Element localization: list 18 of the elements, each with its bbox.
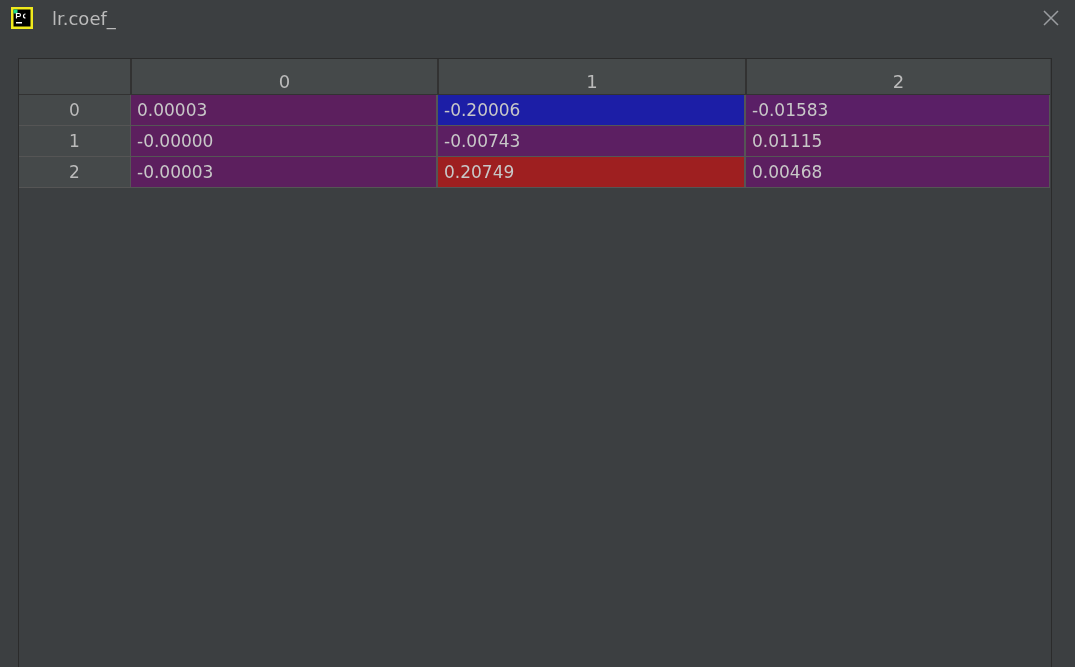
table-cell: 0.00003 <box>130 95 437 126</box>
row-index: 2 <box>19 157 130 188</box>
table-cell: -0.00000 <box>130 126 437 157</box>
table-cell: 0.20749 <box>437 157 745 188</box>
window-title: lr.coef_ <box>52 7 117 29</box>
table-cell: 0.01115 <box>745 126 1050 157</box>
column-header[interactable]: 0 <box>130 59 437 95</box>
table-cell: 0.00468 <box>745 157 1050 188</box>
table-cell: -0.00003 <box>130 157 437 188</box>
row-index: 0 <box>19 95 130 126</box>
close-icon[interactable] <box>1043 10 1059 26</box>
app-logo-icon <box>11 7 33 29</box>
row-index: 1 <box>19 126 130 157</box>
table-cell: -0.01583 <box>745 95 1050 126</box>
table-cell: -0.00743 <box>437 126 745 157</box>
column-header[interactable]: 2 <box>745 59 1050 95</box>
table-cell: -0.20006 <box>437 95 745 126</box>
column-header[interactable]: 1 <box>437 59 745 95</box>
